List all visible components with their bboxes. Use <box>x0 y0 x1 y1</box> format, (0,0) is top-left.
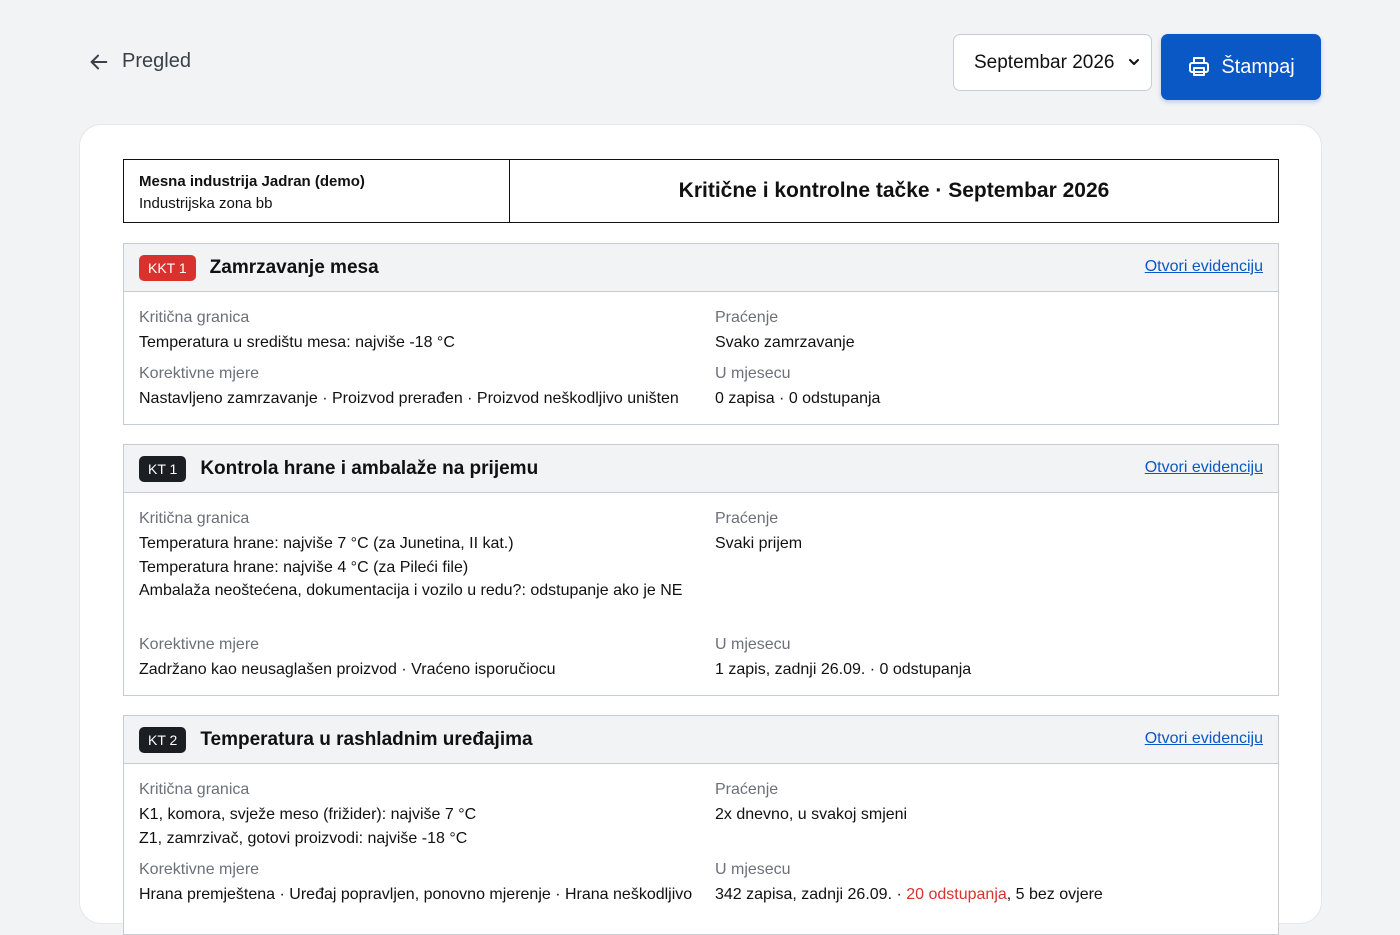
monitoring-value: Svaki prijem <box>715 535 803 552</box>
card-header: KKT 1 Zamrzavanje mesa Otvori evidenciju <box>124 244 1278 292</box>
critical-limit-label: Kritična granica <box>139 781 250 798</box>
card-header: KT 1 Kontrola hrane i ambalaže na prijem… <box>124 445 1278 493</box>
printer-icon <box>1189 57 1210 76</box>
critical-limit-cell: Kritična granica Temperatura u središtu … <box>139 308 699 355</box>
point-title: Zamrzavanje mesa <box>209 256 379 278</box>
month-summary-cell: U mjesecu 0 zapisa · 0 odstupanja <box>715 364 1255 411</box>
monitoring-value: 2x dnevno, u svakoj smjeni <box>715 806 908 823</box>
chevron-down-icon <box>1129 59 1139 65</box>
card-body: Kritična granica Temperatura u središtu … <box>124 292 1278 407</box>
point-code-badge: KT 1 <box>139 455 187 482</box>
point-title: Kontrola hrane i ambalaže na prijemu <box>200 457 539 479</box>
back-link[interactable]: Pregled <box>88 50 191 73</box>
top-bar: Pregled Septembar 2026 Štampaj <box>0 0 1400 124</box>
corrective-cell: Korektivne mjere Nastavljeno zamrzavanje… <box>139 364 699 411</box>
monitoring-label: Praćenje <box>715 510 779 527</box>
monitoring-label: Praćenje <box>715 781 779 798</box>
monitoring-value: Svako zamrzavanje <box>715 334 855 351</box>
month-summary-cell: U mjesecu 1 zapis, zadnji 26.09. · 0 ods… <box>715 635 1255 682</box>
monitoring-cell: Praćenje Svako zamrzavanje <box>715 308 1255 355</box>
critical-limit-value: Temperatura hrane: najviše 4 °C (za Pile… <box>139 558 469 576</box>
month-summary-value: 0 zapisa · 0 odstupanja <box>715 390 881 407</box>
card-body: Kritična granica K1, komora, svježe meso… <box>124 764 1278 903</box>
print-button[interactable]: Štampaj <box>1161 34 1321 100</box>
month-select[interactable]: Septembar 2026 <box>953 34 1152 91</box>
card-body: Kritična granica Temperatura hrane: najv… <box>124 493 1278 678</box>
month-summary-value: 1 zapis, zadnji 26.09. · 0 odstupanja <box>715 661 972 678</box>
corrective-value: Nastavljeno zamrzavanje · Proizvod prera… <box>139 390 679 407</box>
point-code-badge: KKT 1 <box>139 254 196 281</box>
company-name: Mesna industrija Jadran (demo) <box>139 173 365 190</box>
month-summary-cell: U mjesecu 342 zapisa, zadnji 26.09. · 20… <box>715 860 1255 907</box>
month-select-value: Septembar 2026 <box>974 51 1115 73</box>
report-sheet: Mesna industrija Jadran (demo) Industrij… <box>79 124 1322 935</box>
month-summary-value: 342 zapisa, zadnji 26.09. · 20 odstupanj… <box>715 883 1255 907</box>
corrective-label: Korektivne mjere <box>139 365 260 382</box>
critical-limit-cell: Kritična granica Temperatura hrane: najv… <box>139 509 684 603</box>
card-header: KT 2 Temperatura u rashladnim uređajima … <box>124 716 1278 764</box>
monitoring-label: Praćenje <box>715 309 779 326</box>
critical-limit-label: Kritična granica <box>139 510 250 527</box>
unverified-count: , 5 bez ovjere <box>1006 886 1103 903</box>
open-records-link[interactable]: Otvori evidenciju <box>1145 459 1263 477</box>
corrective-value: Hrana premještena · Uređaj popravljen, p… <box>139 886 693 903</box>
control-point-card: KKT 1 Zamrzavanje mesa Otvori evidenciju… <box>123 243 1279 425</box>
document-header: Mesna industrija Jadran (demo) Industrij… <box>123 159 1279 223</box>
critical-limit-cell: Kritična granica K1, komora, svježe meso… <box>139 780 699 850</box>
document-title: Kritične i kontrolne tačke · Septembar 2… <box>678 179 1110 202</box>
critical-limit-value: K1, komora, svježe meso (frižider): najv… <box>139 806 477 823</box>
month-summary-records: 342 zapisa, zadnji 26.09. · <box>715 886 907 903</box>
point-title: Temperatura u rashladnim uređajima <box>200 728 533 750</box>
monitoring-cell: Praćenje Svaki prijem <box>715 509 1255 556</box>
open-records-link[interactable]: Otvori evidenciju <box>1145 258 1263 276</box>
critical-limit-value: Temperatura hrane: najviše 7 °C (za June… <box>139 535 514 552</box>
critical-limit-value: Ambalaža neoštećena, dokumentacija i voz… <box>139 582 683 599</box>
control-point-card: KT 1 Kontrola hrane i ambalaže na prijem… <box>123 444 1279 696</box>
critical-limit-label: Kritična granica <box>139 309 250 326</box>
arrow-left-icon <box>90 54 108 69</box>
monitoring-cell: Praćenje 2x dnevno, u svakoj smjeni <box>715 780 1255 827</box>
print-button-label: Štampaj <box>1221 55 1295 78</box>
month-summary-label: U mjesecu <box>715 636 791 653</box>
corrective-label: Korektivne mjere <box>139 861 260 878</box>
corrective-cell: Korektivne mjere Zadržano kao neusaglaše… <box>139 635 699 682</box>
back-label: Pregled <box>122 50 191 72</box>
point-code-badge: KT 2 <box>139 726 187 753</box>
critical-limit-value: Z1, zamrzivač, gotovi proizvodi: najviše… <box>139 829 468 847</box>
open-records-link[interactable]: Otvori evidenciju <box>1145 730 1263 748</box>
deviations-count[interactable]: 20 odstupanja <box>906 886 1007 903</box>
corrective-cell: Korektivne mjere Hrana premještena · Ure… <box>139 860 714 907</box>
critical-limit-value: Temperatura u središtu mesa: najviše -18… <box>139 334 455 351</box>
company-block: Mesna industrija Jadran (demo) Industrij… <box>124 160 510 222</box>
company-address: Industrijska zona bb <box>139 195 273 212</box>
corrective-label: Korektivne mjere <box>139 636 260 653</box>
corrective-value: Zadržano kao neusaglašen proizvod · Vrać… <box>139 661 556 678</box>
month-summary-label: U mjesecu <box>715 861 791 878</box>
month-summary-label: U mjesecu <box>715 365 791 382</box>
control-point-card: KT 2 Temperatura u rashladnim uređajima … <box>123 715 1279 935</box>
